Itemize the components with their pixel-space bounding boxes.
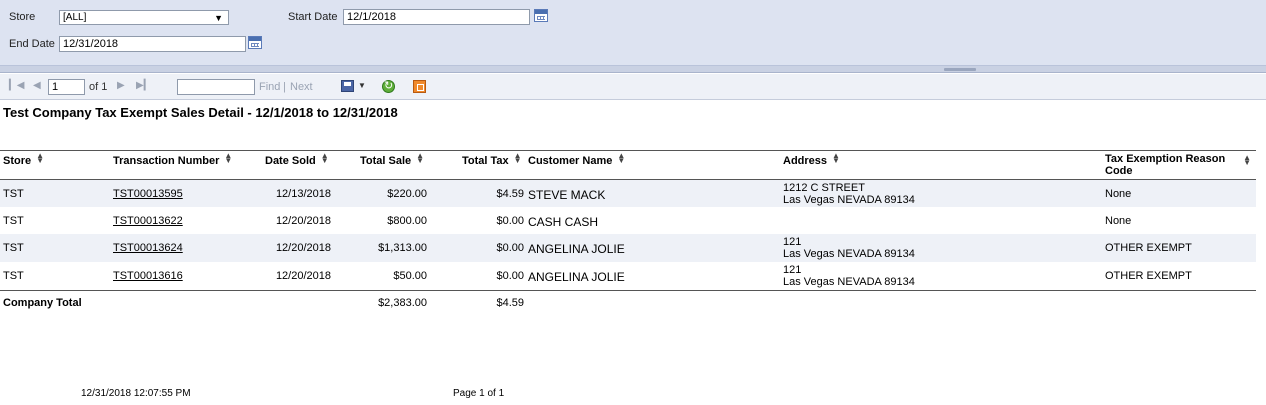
cell-customer: ANGELINA JOLIE xyxy=(528,270,625,284)
find-input[interactable] xyxy=(177,79,255,95)
cell-customer: CASH CASH xyxy=(528,215,599,229)
toolbar-separator: | xyxy=(283,81,286,93)
transaction-link[interactable]: TST00013624 xyxy=(113,242,183,254)
sort-icon[interactable]: ▲ ▼ xyxy=(514,152,522,165)
cell-address-line2: Las Vegas NEVADA 89134 xyxy=(783,276,915,288)
table-row xyxy=(0,262,1256,290)
export-dropdown-icon[interactable]: ▼ xyxy=(358,81,366,90)
start-date-label: Start Date xyxy=(288,11,338,23)
find-link[interactable]: Find xyxy=(259,81,280,93)
column-header-transaction[interactable]: Transaction Number ▲ ▼ xyxy=(113,152,232,168)
column-header-total-sale[interactable]: Total Sale ▲ ▼ xyxy=(360,152,424,168)
calendar-icon[interactable] xyxy=(248,36,262,49)
calendar-icon[interactable] xyxy=(534,9,548,22)
cell-total-tax: $0.00 xyxy=(496,215,524,227)
cell-total-sale: $800.00 xyxy=(387,215,427,227)
store-label: Store xyxy=(9,11,36,23)
table-row xyxy=(0,234,1256,262)
store-select[interactable]: [ALL] ▼ xyxy=(59,10,229,25)
sort-icon[interactable]: ▲ ▼ xyxy=(224,152,232,165)
cell-store: TST xyxy=(3,188,24,200)
previous-page-icon[interactable]: ◀ xyxy=(33,81,41,91)
cell-total-tax: $0.00 xyxy=(496,270,524,282)
cell-reason: None xyxy=(1105,215,1132,227)
cell-address-line1: 121 xyxy=(783,264,802,276)
cell-address-line2: Las Vegas NEVADA 89134 xyxy=(783,194,915,206)
panel-splitter[interactable] xyxy=(0,66,1266,73)
company-total-tax: $4.59 xyxy=(496,297,524,309)
chevron-down-icon: ▼ xyxy=(214,13,223,23)
cell-date-sold: 12/20/2018 xyxy=(275,215,331,227)
sort-icon[interactable]: ▲ ▼ xyxy=(1243,154,1251,167)
table-row xyxy=(0,207,1256,234)
transaction-link[interactable]: TST00013622 xyxy=(113,215,183,227)
column-header-address[interactable]: Address ▲ ▼ xyxy=(783,152,840,168)
next-page-icon[interactable]: ▶ xyxy=(117,81,125,91)
cell-address-line2: Las Vegas NEVADA 89134 xyxy=(783,248,915,260)
sort-icon[interactable]: ▲ ▼ xyxy=(416,152,424,165)
sort-icon[interactable]: ▲ ▼ xyxy=(617,152,625,165)
cell-reason: OTHER EXEMPT xyxy=(1105,270,1192,282)
cell-reason: None xyxy=(1105,188,1132,200)
sort-icon[interactable]: ▲ ▼ xyxy=(36,152,44,165)
sort-icon[interactable]: ▲ ▼ xyxy=(832,152,840,165)
cell-reason: OTHER EXEMPT xyxy=(1105,242,1192,254)
report-timestamp: 12/31/2018 12:07:55 PM xyxy=(81,388,191,399)
report-title: Test Company Tax Exempt Sales Detail - 1… xyxy=(3,105,398,120)
page-count: of 1 xyxy=(89,81,108,93)
column-header-customer[interactable]: Customer Name ▲ ▼ xyxy=(528,152,625,168)
total-rule xyxy=(0,290,1256,291)
column-header-date-sold[interactable]: Date Sold ▲ ▼ xyxy=(265,152,329,168)
cell-customer: STEVE MACK xyxy=(528,188,606,202)
cell-total-tax: $0.00 xyxy=(496,242,524,254)
first-page-icon[interactable]: ▎◀ xyxy=(9,81,24,91)
company-total-label: Company Total xyxy=(3,297,82,309)
header-top-rule xyxy=(0,150,1256,151)
export-save-icon[interactable] xyxy=(341,80,354,92)
sort-icon[interactable]: ▲ ▼ xyxy=(321,152,329,165)
page-indicator: Page 1 of 1 xyxy=(453,388,505,399)
cell-store: TST xyxy=(3,215,24,227)
cell-date-sold: 12/13/2018 xyxy=(275,188,331,200)
cell-total-tax: $4.59 xyxy=(496,188,524,200)
cell-total-sale: $50.00 xyxy=(393,270,427,282)
cell-address-line1: 121 xyxy=(783,236,802,248)
parameter-panel: Store [ALL] ▼ Start Date 12/1/2018 End D… xyxy=(0,0,1266,66)
company-total-sale: $2,383.00 xyxy=(378,297,427,309)
page-number-input[interactable]: 1 xyxy=(48,79,85,95)
print-icon[interactable] xyxy=(413,80,426,93)
report-toolbar: ▎◀ ◀ 1 of 1 ▶ ▶▎ Find | Next ▼ xyxy=(0,74,1266,100)
column-header-tax-exemption-reason[interactable]: Tax Exemption Reason ▲ ▼ Code xyxy=(1105,153,1253,177)
end-date-input[interactable]: 12/31/2018 xyxy=(59,36,246,52)
start-date-input[interactable]: 12/1/2018 xyxy=(343,9,530,25)
cell-total-sale: $1,313.00 xyxy=(378,242,427,254)
cell-store: TST xyxy=(3,270,24,282)
transaction-link[interactable]: TST00013616 xyxy=(113,270,183,282)
store-select-value: [ALL] xyxy=(63,12,87,23)
column-header-store[interactable]: Store ▲ ▼ xyxy=(3,152,44,168)
end-date-label: End Date xyxy=(9,38,55,50)
table-row xyxy=(0,180,1256,207)
splitter-grip-icon[interactable] xyxy=(944,68,976,71)
column-header-total-tax[interactable]: Total Tax ▲ ▼ xyxy=(462,152,522,168)
cell-store: TST xyxy=(3,242,24,254)
next-link[interactable]: Next xyxy=(290,81,313,93)
cell-total-sale: $220.00 xyxy=(387,188,427,200)
cell-address-line1: 1212 C STREET xyxy=(783,182,865,194)
transaction-link[interactable]: TST00013595 xyxy=(113,188,183,200)
cell-date-sold: 12/20/2018 xyxy=(275,242,331,254)
cell-customer: ANGELINA JOLIE xyxy=(528,242,625,256)
refresh-icon[interactable] xyxy=(382,79,395,93)
last-page-icon[interactable]: ▶▎ xyxy=(136,81,151,91)
cell-date-sold: 12/20/2018 xyxy=(275,270,331,282)
